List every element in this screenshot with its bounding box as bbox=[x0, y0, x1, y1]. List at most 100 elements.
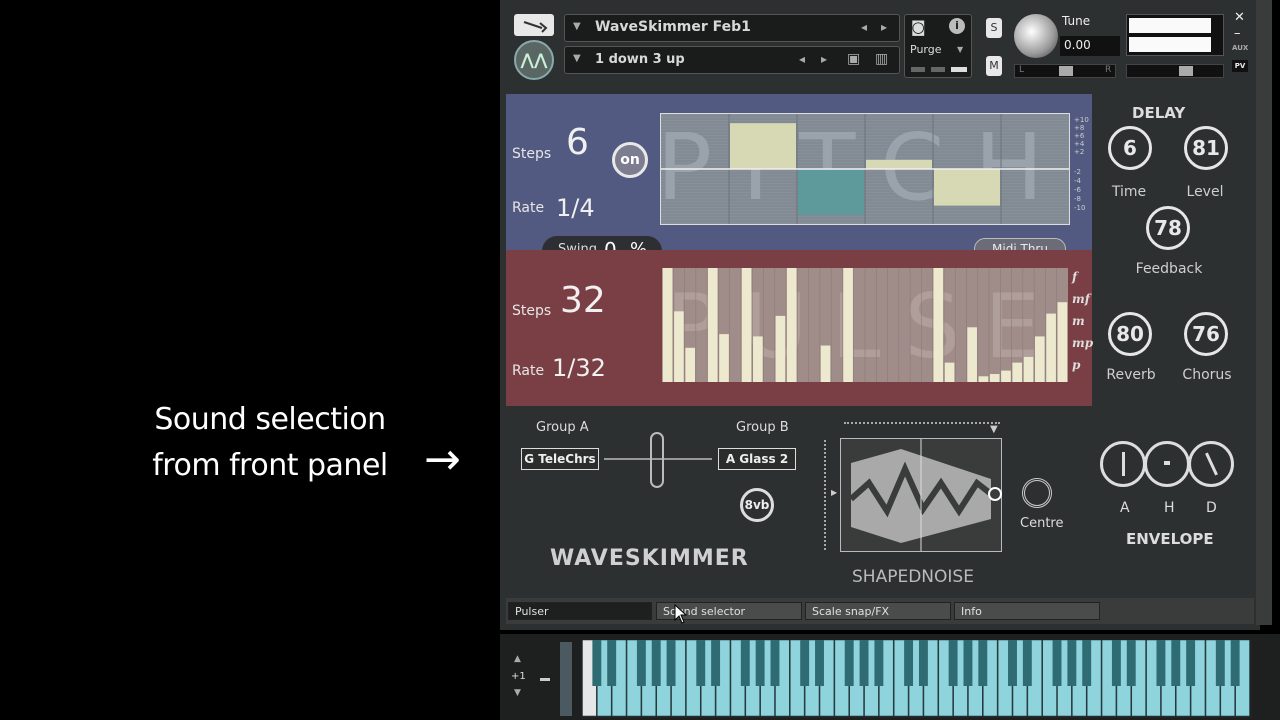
side-marker-icon: ▶ bbox=[831, 488, 838, 497]
black-key bbox=[978, 640, 988, 686]
noise-side-ruler bbox=[824, 440, 826, 550]
delay-time-knob[interactable]: 6 bbox=[1108, 126, 1152, 170]
tune-knob[interactable] bbox=[1014, 14, 1058, 58]
pulse-step-bar bbox=[786, 268, 797, 382]
piano-keyboard[interactable] bbox=[582, 639, 1252, 718]
envelope-decay-knob[interactable] bbox=[1188, 441, 1234, 487]
black-key bbox=[696, 640, 706, 686]
pulse-step-bar bbox=[1023, 356, 1034, 382]
meter-led bbox=[931, 67, 945, 72]
black-key bbox=[1215, 640, 1225, 686]
black-key bbox=[800, 640, 810, 686]
crossfade-handle[interactable] bbox=[650, 432, 664, 488]
pulse-grid[interactable]: PULSE bbox=[662, 268, 1068, 382]
octave-down-icon[interactable]: ▼ bbox=[514, 688, 521, 698]
black-key bbox=[592, 640, 602, 686]
pitch-on-button[interactable]: on bbox=[612, 142, 648, 178]
volume-handle[interactable] bbox=[1179, 66, 1193, 76]
dynamics-label: mp bbox=[1072, 336, 1094, 350]
pitch-grid[interactable]: PITCH bbox=[657, 113, 1070, 225]
camera-icon[interactable]: ◙ bbox=[911, 18, 926, 36]
meter-led bbox=[911, 67, 925, 72]
pan-handle[interactable] bbox=[1059, 66, 1073, 76]
caption-line-1: Sound selection bbox=[154, 402, 386, 437]
aux-button[interactable]: AUX bbox=[1232, 44, 1248, 52]
minimize-icon[interactable]: – bbox=[1234, 26, 1241, 41]
octave-button[interactable]: 8vb bbox=[740, 488, 774, 522]
shaped-noise-display[interactable] bbox=[840, 438, 1002, 552]
black-key bbox=[755, 640, 765, 686]
info-icon[interactable]: i bbox=[949, 18, 965, 34]
black-key bbox=[711, 640, 721, 686]
pulse-rate-value[interactable]: 1/32 bbox=[552, 354, 606, 382]
chorus-label: Chorus bbox=[1182, 367, 1232, 383]
chevron-down-icon[interactable]: ▼ bbox=[573, 21, 581, 32]
tune-value[interactable]: 0.00 bbox=[1060, 36, 1120, 56]
octave-shift-label: +1 bbox=[511, 671, 526, 682]
noise-wave-svg bbox=[849, 439, 997, 551]
next-preset-icon[interactable]: ▸ bbox=[821, 52, 827, 66]
pitch-step-bar bbox=[798, 169, 864, 215]
prev-instrument-icon[interactable]: ◂ bbox=[861, 20, 867, 34]
delay-level-knob[interactable]: 81 bbox=[1184, 126, 1228, 170]
waveskimmer-brand: WAVESKIMMER bbox=[550, 546, 749, 571]
delay-feedback-knob[interactable]: 78 bbox=[1146, 206, 1190, 250]
delay-level-label: Level bbox=[1186, 184, 1224, 200]
pitch-rate-value[interactable]: 1/4 bbox=[556, 194, 595, 222]
envelope-h-label: H bbox=[1164, 500, 1175, 516]
pulse-step-bar bbox=[775, 315, 786, 382]
reverb-knob[interactable]: 80 bbox=[1108, 312, 1152, 356]
centre-button[interactable] bbox=[1022, 478, 1052, 508]
purge-dropdown[interactable]: Purge bbox=[910, 43, 942, 56]
pulse-step-bar bbox=[1012, 362, 1023, 382]
meter-led bbox=[951, 67, 967, 72]
noise-top-ruler bbox=[844, 422, 1000, 424]
black-key bbox=[815, 640, 824, 686]
pitch-scale: +10 +8 +6 +4 +2 -2 -4 -6 -8 -10 bbox=[1072, 116, 1090, 224]
scrollbar[interactable] bbox=[1256, 0, 1272, 625]
pulse-step-bar bbox=[719, 334, 729, 382]
envelope-hold-knob[interactable] bbox=[1144, 441, 1190, 487]
black-key bbox=[1230, 640, 1240, 686]
preset-name-box[interactable]: ▼ 1 down 3 up ◂ ▸ ▣ ▥ bbox=[564, 46, 900, 74]
save-icon[interactable]: ▣ bbox=[847, 51, 860, 67]
prev-preset-icon[interactable]: ◂ bbox=[799, 52, 805, 66]
mod-wheel[interactable] bbox=[560, 642, 572, 716]
black-key bbox=[740, 640, 750, 686]
volume-slider[interactable] bbox=[1126, 64, 1224, 78]
mute-button[interactable]: M bbox=[986, 56, 1002, 76]
pitch-steps-value[interactable]: 6 bbox=[566, 122, 589, 163]
pan-right-label: R bbox=[1105, 65, 1112, 75]
chevron-down-icon[interactable]: ▼ bbox=[957, 45, 963, 54]
trash-icon[interactable]: ▥ bbox=[875, 51, 888, 67]
right-arrow-icon: → bbox=[424, 434, 461, 485]
pitch-scale-label: -8 bbox=[1074, 195, 1081, 203]
group-b-selector[interactable]: A Glass 2 bbox=[718, 448, 796, 470]
octave-up-icon[interactable]: ▲ bbox=[514, 654, 521, 664]
pv-button[interactable]: PV bbox=[1232, 60, 1248, 72]
close-icon[interactable]: ✕ bbox=[1234, 10, 1245, 25]
pan-slider[interactable]: L R bbox=[1014, 64, 1116, 78]
black-key bbox=[607, 640, 617, 686]
pulse-step-bar bbox=[843, 268, 853, 382]
black-key bbox=[1111, 640, 1121, 686]
tab-pulser[interactable]: Pulser bbox=[508, 602, 652, 620]
pitch-scale-label: -10 bbox=[1074, 204, 1086, 212]
tab-scale-snap-fx[interactable]: Scale snap/FX bbox=[805, 602, 951, 620]
envelope-attack-knob[interactable] bbox=[1100, 441, 1146, 487]
group-a-selector[interactable]: G TeleChrs bbox=[521, 448, 599, 470]
black-key bbox=[874, 640, 884, 686]
delay-time-label: Time bbox=[1111, 184, 1147, 200]
next-instrument-icon[interactable]: ▸ bbox=[881, 20, 887, 34]
chorus-knob[interactable]: 76 bbox=[1184, 312, 1228, 356]
chevron-down-icon[interactable]: ▼ bbox=[573, 53, 581, 64]
pulse-steps-value[interactable]: 32 bbox=[560, 280, 606, 321]
screen: Sound selection from front panel → ⋀⋀ ▼ … bbox=[0, 0, 1280, 720]
tab-info[interactable]: Info bbox=[954, 602, 1100, 620]
group-b-label: Group B bbox=[736, 420, 789, 435]
instrument-name-box[interactable]: ▼ WaveSkimmer Feb1 ◂ ▸ bbox=[564, 14, 900, 42]
solo-button[interactable]: S bbox=[986, 18, 1002, 38]
pulse-step-bar bbox=[944, 362, 955, 382]
wrench-icon[interactable] bbox=[514, 14, 554, 36]
noise-handle[interactable] bbox=[988, 487, 1002, 501]
